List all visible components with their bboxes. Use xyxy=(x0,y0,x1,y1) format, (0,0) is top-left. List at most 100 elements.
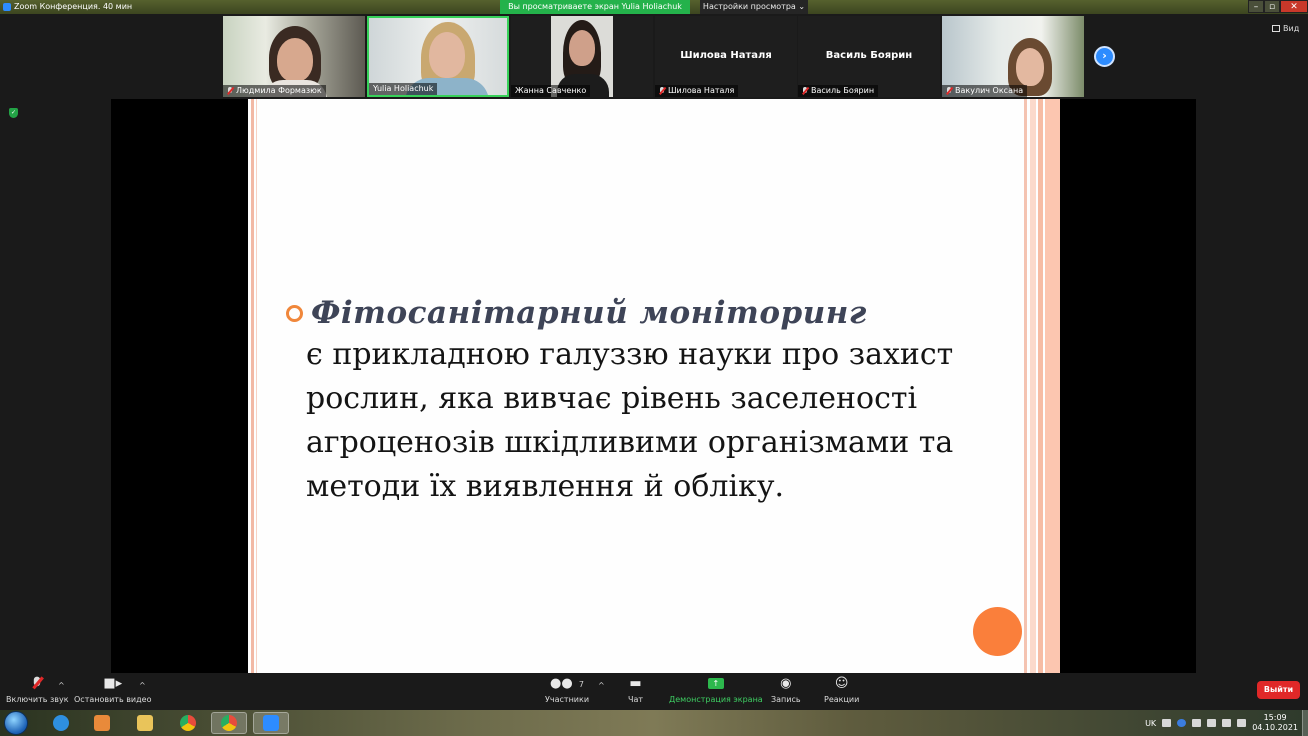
next-page-button[interactable]: › xyxy=(1094,46,1115,67)
chat-bubble-icon: ▬ xyxy=(629,676,642,691)
participants-button[interactable]: ●● 7 Участники xyxy=(545,676,589,704)
participant-tile[interactable]: Жанна Савченко xyxy=(511,16,653,97)
mic-muted-icon xyxy=(227,87,233,95)
volume-icon[interactable] xyxy=(1222,719,1232,727)
participant-tile[interactable]: Шилова Наталя Шилова Наталя xyxy=(655,16,797,97)
presentation-slide: Фітосанітарний моніторинг є прикладною г… xyxy=(248,99,1060,673)
record-icon: ◉ xyxy=(780,676,792,691)
participant-name: Шилова Наталя xyxy=(668,86,735,95)
participant-face xyxy=(277,38,313,82)
decorative-orange-circle xyxy=(973,607,1022,656)
window-title: Zoom Конференция. 40 мин xyxy=(14,2,133,11)
participant-name: Вакулич Оксана xyxy=(955,86,1024,95)
slide-body-line: методи їх виявлення й обліку. xyxy=(306,469,785,504)
participant-name-bar: Yulia Holiachuk xyxy=(369,83,438,95)
participant-name-bar: Жанна Савченко xyxy=(511,85,591,97)
chevron-right-icon: › xyxy=(1102,49,1107,62)
view-label: Вид xyxy=(1283,24,1300,33)
participants-count: 7 xyxy=(578,680,584,689)
slide-title: Фітосанітарний моніторинг xyxy=(311,295,867,331)
folder-icon xyxy=(137,715,153,731)
slide-border-left xyxy=(251,99,254,673)
audio-options-caret[interactable]: ^ xyxy=(58,681,65,690)
participant-name-bar: Людмила Формазюк xyxy=(223,85,326,97)
grid-icon xyxy=(1272,25,1280,32)
participant-name: Жанна Савченко xyxy=(515,86,587,95)
taskbar-explorer[interactable] xyxy=(127,712,163,734)
slide-border-right-4 xyxy=(1045,99,1060,673)
zoom-meeting-window: Zoom Конференция. 40 мин Вы просматривае… xyxy=(0,0,1308,736)
encryption-shield-icon[interactable]: ✓ xyxy=(9,108,18,118)
language-indicator[interactable]: UK xyxy=(1145,719,1156,728)
bluetooth-icon[interactable] xyxy=(1192,719,1202,727)
taskbar-internet-explorer[interactable] xyxy=(43,712,79,734)
smiley-icon: ☺ xyxy=(834,676,849,691)
clock-date: 04.10.2021 xyxy=(1252,723,1298,732)
minimize-button[interactable]: – xyxy=(1248,0,1264,13)
stop-video-label: Остановить видео xyxy=(74,695,152,704)
mic-muted-icon xyxy=(946,87,952,95)
reactions-button[interactable]: ☺ Реакции xyxy=(824,676,859,704)
taskbar-chrome-window[interactable] xyxy=(211,712,247,734)
screen-share-banner: Вы просматриваете экран Yulia Holiachuk xyxy=(500,0,690,14)
participant-tile[interactable]: Василь Боярин Василь Боярин xyxy=(798,16,940,97)
record-button[interactable]: ◉ Запись xyxy=(771,676,801,704)
participant-name: Василь Боярин xyxy=(811,86,875,95)
participant-tile-active-speaker[interactable]: Yulia Holiachuk xyxy=(367,16,509,97)
participant-face xyxy=(1016,48,1044,86)
participant-tile[interactable]: Вакулич Оксана xyxy=(942,16,1084,97)
clock-time: 15:09 xyxy=(1263,713,1287,722)
reactions-label: Реакции xyxy=(824,695,860,704)
keyboard-icon[interactable] xyxy=(1162,719,1172,727)
maximize-button[interactable]: ▫ xyxy=(1264,0,1280,13)
participant-name: Людмила Формазюк xyxy=(236,86,322,95)
slide-body-line: є прикладною галуззю науки про захист xyxy=(306,337,954,372)
unmute-label: Включить звук xyxy=(6,695,69,704)
slide-border-left-inner xyxy=(256,99,257,673)
participants-icon: ●● 7 xyxy=(550,676,584,691)
taskbar-zoom[interactable] xyxy=(253,712,289,734)
window-controls: – ▫ ✕ xyxy=(1248,0,1308,13)
participant-face xyxy=(569,30,595,66)
flag-icon[interactable] xyxy=(1207,719,1217,727)
share-screen-icon: ↑ xyxy=(707,678,724,689)
view-options-dropdown[interactable]: Настройки просмотра ⌄ xyxy=(700,0,808,14)
taskbar-media-player[interactable] xyxy=(84,712,120,734)
video-options-caret[interactable]: ^ xyxy=(139,681,146,690)
slide-body-line: рослин, яка вивчає рівень заселеності xyxy=(306,381,918,416)
leave-meeting-button[interactable]: Выйти xyxy=(1257,681,1300,699)
slide-body-line: агроценозів шкідливими організмами та xyxy=(306,425,954,460)
slide-body: є прикладною галуззю науки про захист ро… xyxy=(306,333,996,509)
internet-explorer-icon xyxy=(53,715,69,731)
chat-label: Чат xyxy=(628,695,644,704)
participants-options-caret[interactable]: ^ xyxy=(598,681,605,690)
clock[interactable]: 15:09 04.10.2021 xyxy=(1252,713,1298,733)
slide-title-row: Фітосанітарний моніторинг xyxy=(286,295,996,331)
participant-name-large: Василь Боярин xyxy=(825,50,913,61)
help-icon[interactable] xyxy=(1177,719,1187,727)
record-label: Запись xyxy=(771,695,801,704)
share-screen-button[interactable]: ↑ Демонстрация экрана xyxy=(669,676,763,704)
taskbar-chrome[interactable] xyxy=(170,712,206,734)
participant-tile[interactable]: Людмила Формазюк xyxy=(223,16,365,97)
participant-name-bar: Вакулич Оксана xyxy=(942,85,1028,97)
close-button[interactable]: ✕ xyxy=(1280,0,1308,13)
zoom-icon xyxy=(263,715,279,731)
show-desktop-button[interactable] xyxy=(1302,710,1308,736)
circle-bullet-icon xyxy=(286,304,303,322)
slide-content: Фітосанітарний моніторинг є прикладною г… xyxy=(286,295,996,509)
start-button[interactable] xyxy=(4,711,28,735)
participant-name: Yulia Holiachuk xyxy=(373,84,434,93)
network-icon[interactable] xyxy=(1237,719,1247,727)
media-player-icon xyxy=(94,715,110,731)
slide-border-right-2 xyxy=(1030,99,1036,673)
share-screen-label: Демонстрация экрана xyxy=(669,695,763,704)
chrome-icon xyxy=(180,715,196,731)
system-tray: UK 15:09 04.10.2021 xyxy=(1145,710,1308,736)
participant-name-bar: Шилова Наталя xyxy=(655,85,739,97)
title-bar: Zoom Конференция. 40 мин Вы просматривае… xyxy=(0,0,1308,14)
participant-name-bar: Василь Боярин xyxy=(798,85,879,97)
slide-border-right-3 xyxy=(1038,99,1043,673)
view-button[interactable]: Вид xyxy=(1272,24,1299,33)
chat-button[interactable]: ▬ Чат xyxy=(628,676,643,704)
